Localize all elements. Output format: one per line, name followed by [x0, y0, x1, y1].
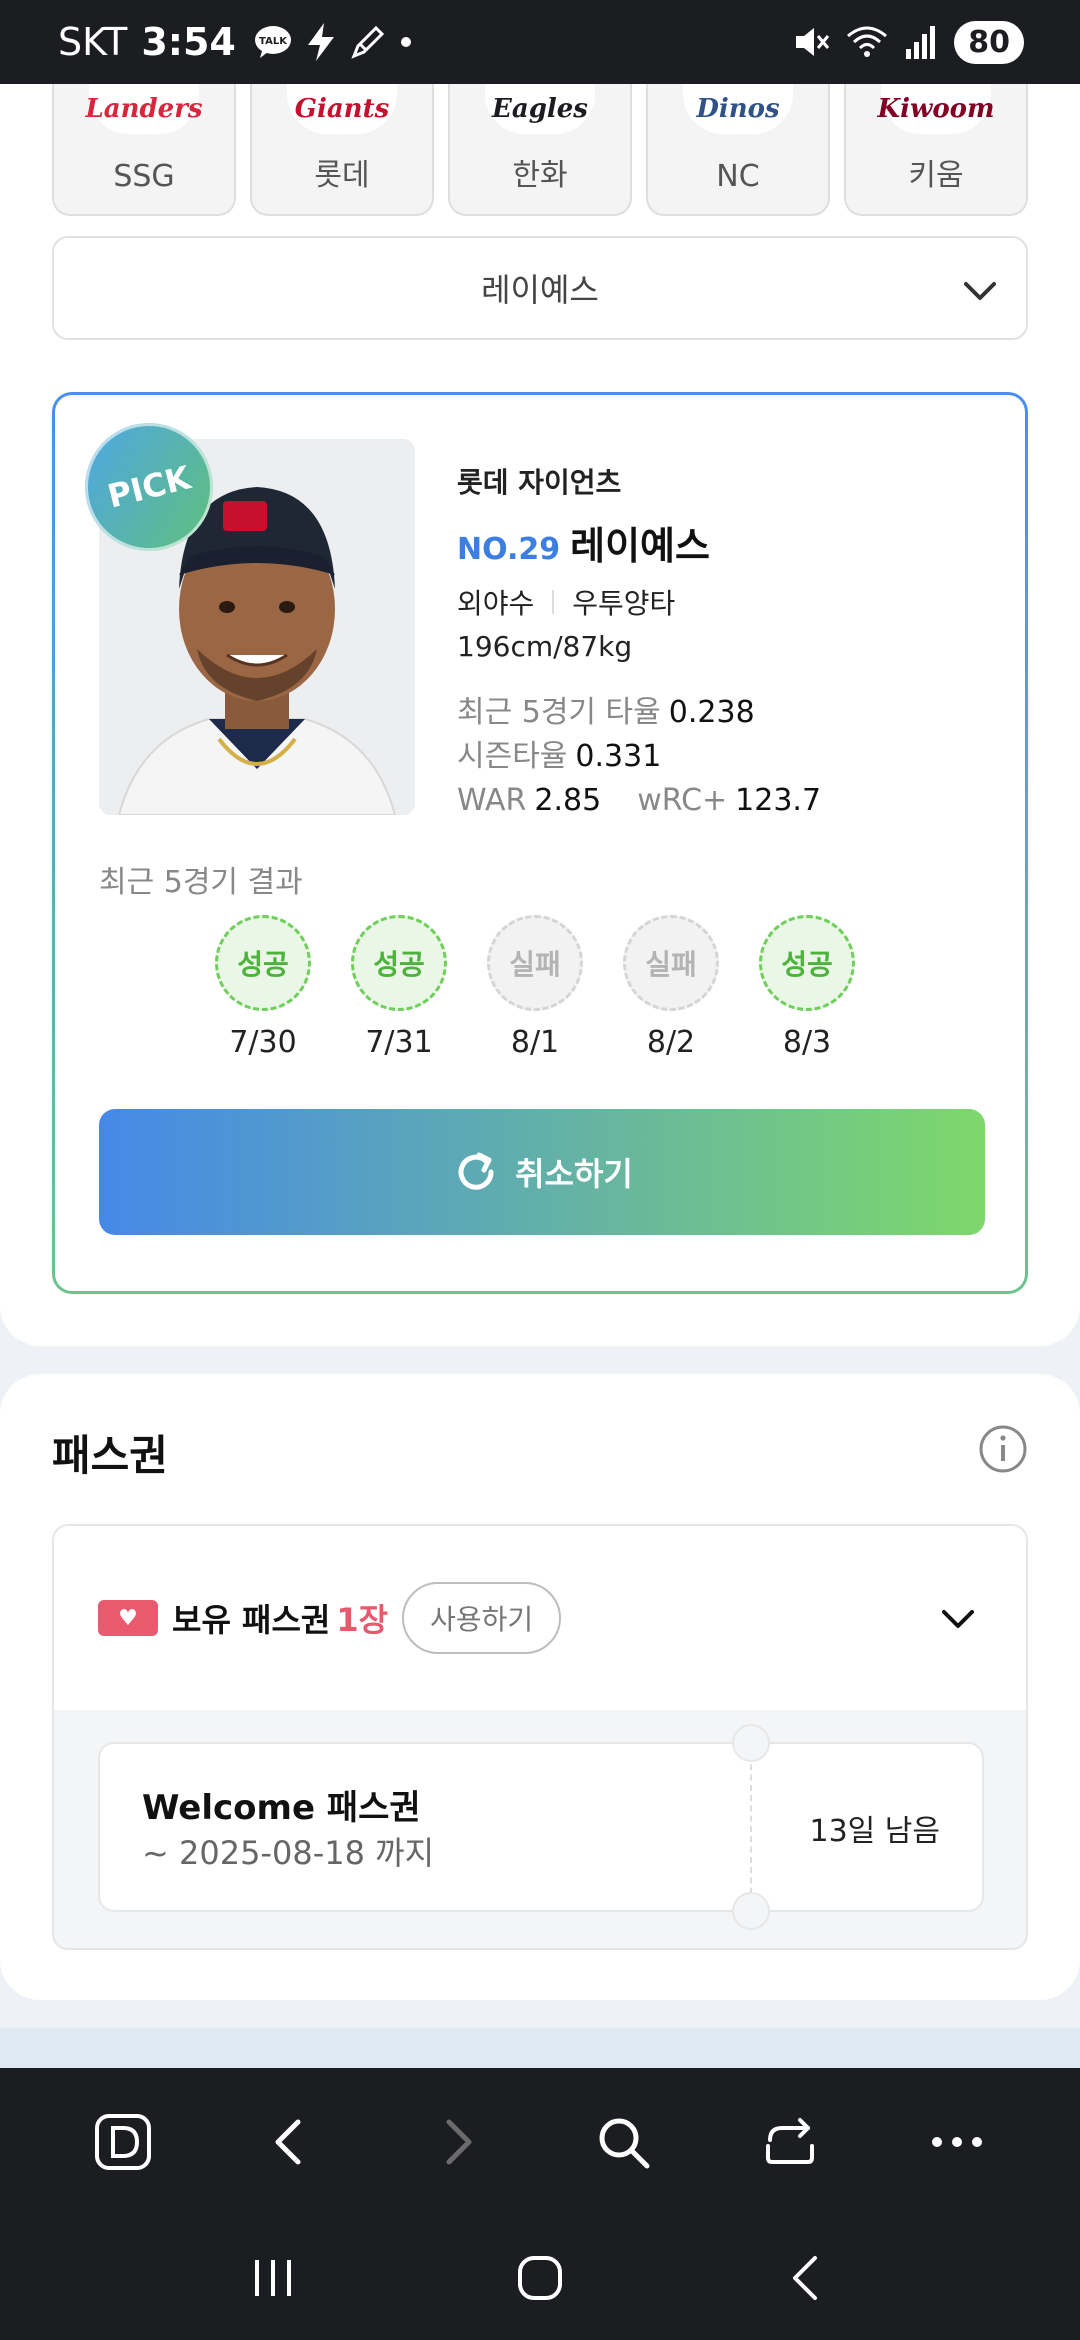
home-icon[interactable] [510, 2248, 570, 2308]
more-icon[interactable] [925, 2110, 989, 2174]
result-date: 8/1 [510, 1025, 560, 1060]
stat-label-season: 시즌타율 [457, 739, 568, 774]
coupon-expiry: ~ 2025-08-18 까지 [142, 1834, 435, 1872]
team-logo-lotte: Giants [287, 84, 397, 134]
signal-icon [906, 26, 936, 59]
svg-text:TALK: TALK [259, 36, 288, 47]
stat-label-wrc: wRC+ [637, 783, 728, 818]
team-selector: Landers SSG Giants 롯데 Eagles 한화 Dinos NC… [52, 84, 1028, 216]
team-name: NC [716, 159, 760, 194]
talk-icon: TALK [254, 26, 291, 58]
back-arrow-icon[interactable] [258, 2110, 322, 2174]
recent-results-title: 최근 5경기 결과 [99, 865, 303, 900]
stat-value-war: 2.85 [534, 783, 602, 818]
result-stamp: 성공 [351, 915, 447, 1011]
player-number: NO.29 [457, 532, 561, 567]
divider [552, 590, 555, 614]
stat-label-war: WAR [457, 783, 527, 818]
refresh-icon [458, 1152, 494, 1190]
info-icon[interactable] [978, 1424, 1028, 1474]
team-logo-nc: Dinos [683, 84, 793, 134]
chevron-down-icon [964, 282, 996, 300]
team-tab-ssg[interactable]: Landers SSG [52, 84, 236, 216]
forward-arrow-icon[interactable] [425, 2110, 489, 2174]
result-item: 실패 8/1 [487, 915, 583, 1060]
player-name: 레이예스 [570, 524, 710, 568]
battery-indicator: 80 [954, 20, 1024, 64]
pass-accordion-header[interactable]: ♥ 보유 패스권 1장 사용하기 [54, 1526, 1026, 1710]
page-bottom-strip [0, 2028, 1080, 2068]
bolt-icon [307, 23, 334, 61]
home-d-icon[interactable] [91, 2110, 155, 2174]
wifi-icon [847, 26, 888, 57]
team-tab-nc[interactable]: Dinos NC [646, 84, 830, 216]
result-stamp: 실패 [623, 915, 719, 1011]
pass-section: 패스권 ♥ 보유 패스권 1장 사용하기 Welcome 패스권 ~ 2025-… [0, 1374, 1080, 2000]
clock: 3:54 [141, 20, 236, 64]
player-dropdown[interactable]: 레이예스 [52, 236, 1028, 340]
team-tab-hanwha[interactable]: Eagles 한화 [448, 84, 632, 216]
player-stats: 최근 5경기 타율 0.238 시즌타율 0.331 WAR 2.85 wRC+ 123.… [457, 691, 821, 823]
team-tab-lotte[interactable]: Giants 롯데 [250, 84, 434, 216]
player-team: 롯데 자이언츠 [457, 466, 622, 499]
result-stamp: 성공 [759, 915, 855, 1011]
result-date: 8/3 [782, 1025, 832, 1060]
chevron-down-icon[interactable] [934, 1594, 982, 1642]
team-logo-kiwoom: Kiwoom [877, 84, 995, 134]
team-name: 롯데 [314, 158, 370, 193]
system-nav-bar [0, 2216, 1080, 2340]
player-info: 롯데 자이언츠 NO.29 레이예스 외야수 우투양타 196cm/87kg 최… [457, 461, 821, 823]
carrier-label: SKT [58, 20, 128, 64]
result-stamp: 성공 [215, 915, 311, 1011]
pen-icon [351, 25, 384, 59]
team-tab-kiwoom[interactable]: Kiwoom 키움 [844, 84, 1028, 216]
nav-back-icon[interactable] [777, 2248, 837, 2308]
result-item: 성공 7/30 [215, 915, 311, 1060]
team-logo-hanwha: Eagles [485, 84, 595, 134]
search-icon[interactable] [591, 2110, 655, 2174]
team-name: SSG [113, 159, 175, 194]
result-date: 7/31 [365, 1025, 433, 1060]
owned-pass-count: 1장 [336, 1601, 389, 1639]
recent-apps-icon[interactable] [243, 2248, 303, 2308]
player-body: 196cm/87kg [457, 630, 633, 663]
team-name: 키움 [908, 158, 964, 193]
recent-results: 성공 7/30 성공 7/31 실패 8/1 실패 8/2 성공 8/3 [215, 915, 855, 1060]
browser-toolbar [0, 2068, 1080, 2216]
player-position: 외야수 [457, 587, 535, 620]
owned-pass-label: 보유 패스권 [172, 1601, 331, 1639]
cancel-pick-label: 취소하기 [515, 1155, 633, 1193]
pass-coupon[interactable]: Welcome 패스권 ~ 2025-08-18 까지 13일 남음 [98, 1724, 984, 1930]
result-item: 성공 8/3 [759, 915, 855, 1060]
cancel-pick-button[interactable]: 취소하기 [99, 1109, 985, 1235]
ticket-icon: ♥ [98, 1600, 158, 1636]
share-icon[interactable] [758, 2110, 822, 2174]
player-dropdown-value: 레이예스 [481, 271, 599, 309]
result-item: 성공 7/31 [351, 915, 447, 1060]
pass-list: Welcome 패스권 ~ 2025-08-18 까지 13일 남음 [54, 1710, 1026, 1948]
coupon-perforation [750, 1754, 752, 1904]
coupon-notch [732, 1724, 770, 1762]
coupon-notch [732, 1892, 770, 1930]
team-logo-ssg: Landers [85, 84, 203, 134]
section-title: 패스권 [52, 1431, 168, 1480]
coupon-title: Welcome 패스권 [142, 1788, 421, 1828]
status-bar: SKT 3:54 TALK 80 [0, 0, 1080, 84]
result-stamp: 실패 [487, 915, 583, 1011]
dot-icon [400, 37, 411, 47]
pick-card: PICK 롯데 자이언츠 NO.29 레이예스 외야수 우투양타 196cm/8… [52, 392, 1028, 1294]
coupon-remaining: 13일 남음 [809, 1814, 940, 1849]
use-pass-button[interactable]: 사용하기 [402, 1582, 562, 1654]
stat-value-recent5: 0.238 [668, 695, 755, 730]
result-date: 8/2 [646, 1025, 696, 1060]
pass-accordion: ♥ 보유 패스권 1장 사용하기 Welcome 패스권 ~ 2025-08-1… [52, 1524, 1028, 1950]
result-date: 7/30 [229, 1025, 297, 1060]
player-hand: 우투양타 [572, 587, 676, 620]
stat-value-season: 0.331 [575, 739, 662, 774]
result-item: 실패 8/2 [623, 915, 719, 1060]
stat-value-wrc: 123.7 [735, 783, 822, 818]
mute-icon [796, 28, 830, 56]
stat-label-recent5: 최근 5경기 타율 [457, 695, 661, 730]
team-name: 한화 [512, 158, 568, 193]
